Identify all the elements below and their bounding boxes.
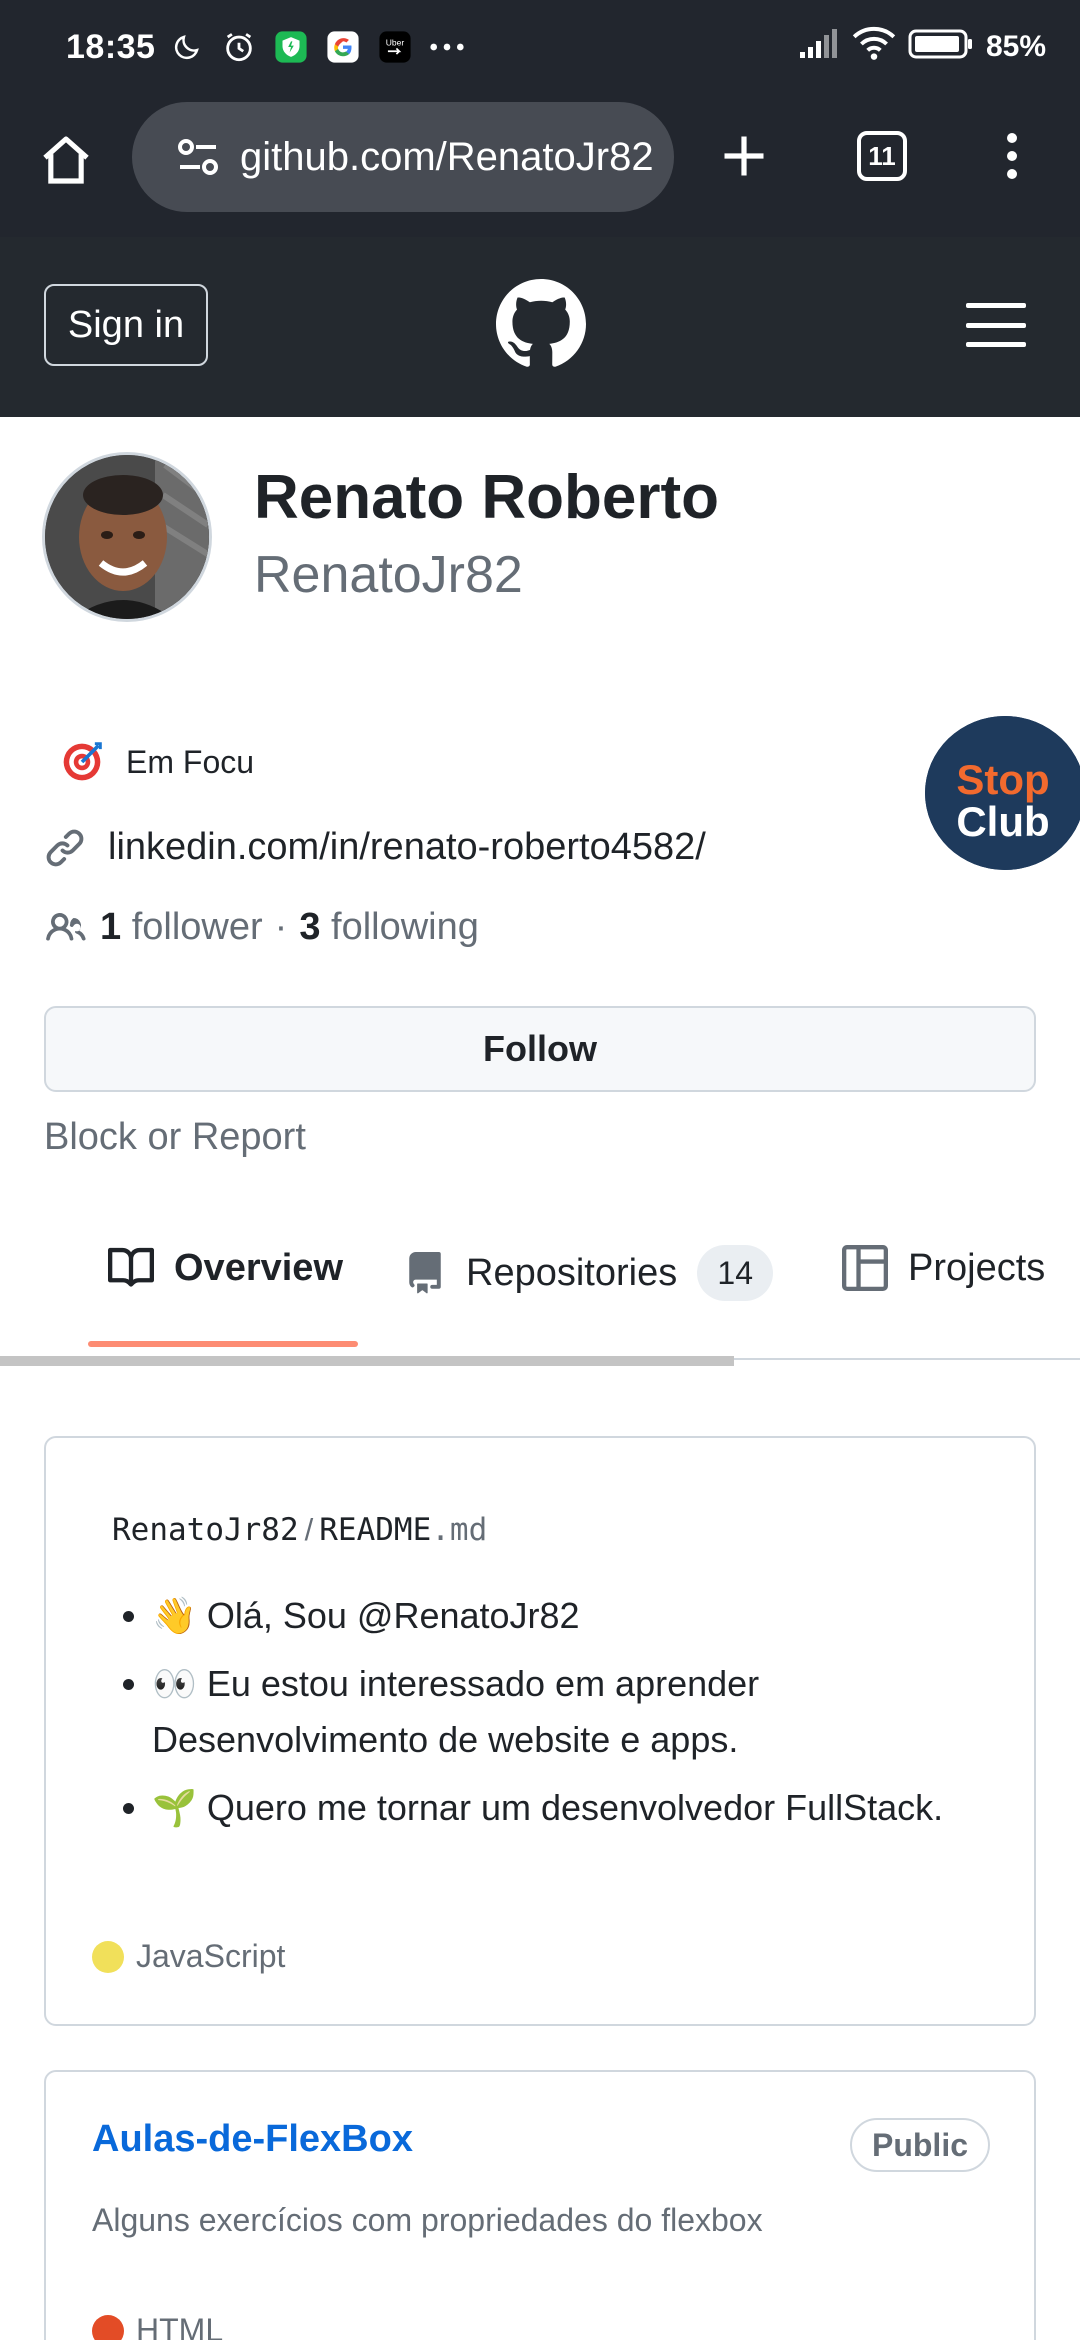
tab-projects-label: Projects — [908, 1246, 1046, 1289]
tabs-scrollbar[interactable] — [0, 1356, 734, 1366]
site-settings-icon[interactable] — [174, 133, 222, 181]
address-bar[interactable]: github.com/RenatoJr82 — [132, 102, 674, 212]
list-item: 👋 Olá, Sou @RenatoJr82 — [152, 1588, 1012, 1644]
project-table-icon — [842, 1245, 888, 1291]
readme-list: 👋 Olá, Sou @RenatoJr82 👀 Eu estou intere… — [152, 1588, 1012, 1848]
language-label: HTML — [136, 2312, 224, 2340]
status-bar: 18:35 Uber 85% — [0, 0, 1080, 100]
github-header: Sign in — [0, 237, 1080, 417]
status-text: Em Focu — [126, 743, 255, 780]
pinned-repo-card: Aulas-de-FlexBox Public Alguns exercício… — [44, 2070, 1036, 2340]
moon-icon — [168, 28, 206, 66]
profile-full-name: Renato Roberto — [254, 463, 719, 532]
uber-icon: Uber — [376, 28, 414, 66]
profile-readme-card: RenatoJr82/README.md 👋 Olá, Sou @RenatoJ… — [44, 1436, 1036, 2026]
follow-separator: · — [274, 906, 288, 948]
tab-repositories[interactable]: Repositories 14 — [404, 1245, 774, 1301]
browser-menu-button[interactable] — [976, 120, 1048, 192]
sign-in-button[interactable]: Sign in — [44, 284, 208, 366]
repo-language: HTML — [92, 2312, 223, 2340]
repositories-count-badge: 14 — [697, 1245, 774, 1301]
book-icon — [108, 1247, 154, 1287]
language-color-dot — [92, 1940, 124, 1973]
svg-text:Uber: Uber — [386, 38, 405, 48]
notification-icons: Uber — [168, 28, 466, 66]
battery-percent: 85% — [985, 29, 1046, 63]
readme-language: JavaScript — [92, 1938, 285, 1975]
shield-app-icon — [272, 28, 310, 66]
tab-overview[interactable]: Overview — [108, 1245, 343, 1291]
repo-description: Alguns exercícios com propriedades do fl… — [92, 2202, 763, 2238]
signal-icon — [798, 28, 840, 65]
active-tab-indicator — [88, 1341, 358, 1347]
system-icons: 85% — [798, 26, 1046, 67]
tab-projects[interactable]: Projects — [842, 1245, 1045, 1291]
browser-toolbar: github.com/RenatoJr82 11 — [0, 100, 1080, 237]
readme-owner[interactable]: RenatoJr82 — [112, 1512, 299, 1548]
following-link[interactable]: 3 following — [299, 906, 479, 949]
readme-file-ext[interactable]: .md — [431, 1512, 487, 1548]
tab-count: 11 — [857, 131, 907, 181]
target-emoji-icon — [63, 742, 102, 781]
user-status[interactable]: Em Focu — [60, 740, 254, 784]
achievement-badge[interactable]: Stop Club — [925, 716, 1080, 870]
kebab-menu-icon — [1007, 133, 1017, 179]
tab-overview-label: Overview — [174, 1246, 343, 1289]
readme-path-separator: / — [304, 1512, 314, 1547]
list-item: 🌱 Quero me tornar um desenvolvedor FullS… — [152, 1780, 1012, 1836]
alarm-icon — [220, 28, 258, 66]
more-dots-icon — [428, 28, 466, 66]
battery-icon — [908, 28, 974, 65]
repo-name-link[interactable]: Aulas-de-FlexBox — [92, 2118, 413, 2161]
wifi-icon — [852, 26, 896, 67]
readme-path[interactable]: RenatoJr82/README.md — [112, 1512, 487, 1548]
home-icon — [43, 136, 89, 184]
tab-repositories-label: Repositories — [466, 1251, 678, 1294]
avatar[interactable] — [42, 452, 212, 622]
google-icon — [324, 28, 362, 66]
home-button[interactable] — [30, 124, 102, 196]
profile-username: RenatoJr82 — [254, 546, 523, 604]
follow-button[interactable]: Follow — [44, 1006, 1036, 1092]
badge-text-club: Club — [956, 798, 1049, 845]
url-text[interactable]: github.com/RenatoJr82 — [240, 135, 674, 180]
profile-tabs: Overview Repositories 14 Projects — [0, 1215, 1080, 1367]
repo-icon — [409, 1252, 441, 1294]
status-time: 18:35 — [66, 28, 156, 66]
github-logo-icon[interactable] — [496, 279, 586, 369]
people-icon — [46, 912, 86, 941]
hamburger-menu-button[interactable] — [960, 297, 1032, 353]
followers-link[interactable]: 1 follower — [100, 906, 263, 949]
link-icon — [46, 829, 84, 866]
plus-icon — [724, 136, 764, 176]
profile-website[interactable]: linkedin.com/in/renato-roberto4582/ — [44, 826, 706, 869]
website-link[interactable]: linkedin.com/in/renato-roberto4582/ — [108, 826, 706, 869]
language-color-dot — [92, 2314, 124, 2340]
list-item: 👀 Eu estou interessado em aprender Desen… — [152, 1656, 1012, 1768]
language-label: JavaScript — [136, 1938, 286, 1974]
block-or-report-link[interactable]: Block or Report — [44, 1116, 306, 1159]
badge-text-stop: Stop — [956, 756, 1049, 803]
new-tab-button[interactable] — [708, 120, 780, 192]
follow-stats: 1 follower · 3 following — [44, 906, 479, 949]
tab-switcher-button[interactable]: 11 — [846, 120, 918, 192]
visibility-badge: Public — [849, 2118, 990, 2172]
readme-file-base[interactable]: README — [319, 1512, 431, 1548]
